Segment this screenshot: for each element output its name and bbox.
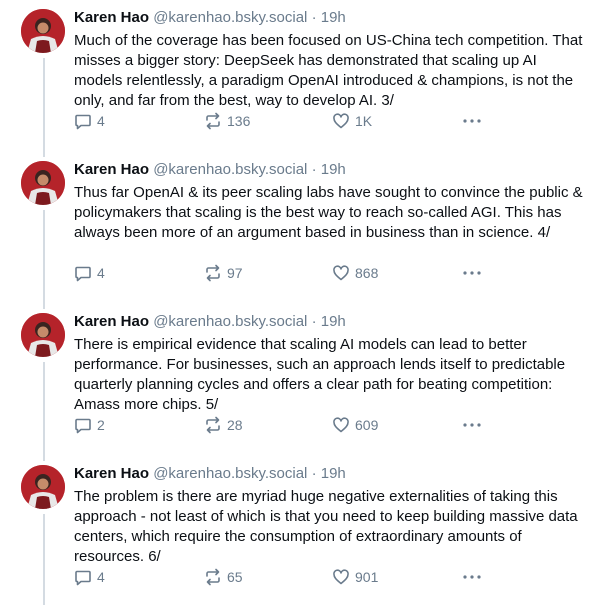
post[interactable]: Karen Hao @karenhao.bsky.social · 19h Th… <box>0 456 600 605</box>
author-name[interactable]: Karen Hao <box>74 313 149 330</box>
reply-button[interactable]: 4 <box>74 262 105 284</box>
thread-line <box>43 362 45 456</box>
author-handle[interactable]: @karenhao.bsky.social <box>153 9 307 26</box>
repost-button[interactable]: 28 <box>204 414 243 436</box>
more-dots-icon <box>463 575 481 579</box>
heart-icon <box>333 417 349 433</box>
repost-button[interactable]: 97 <box>204 262 243 284</box>
author-name[interactable]: Karen Hao <box>74 161 149 178</box>
timestamp[interactable]: 19h <box>321 465 346 482</box>
post-actions: 2 28 609 <box>74 414 494 436</box>
author-handle[interactable]: @karenhao.bsky.social <box>153 465 307 482</box>
thread-line <box>43 456 45 461</box>
more-options-button[interactable] <box>462 566 482 588</box>
post[interactable]: Karen Hao @karenhao.bsky.social · 19h Th… <box>0 152 600 304</box>
separator: · <box>311 313 317 330</box>
author-name[interactable]: Karen Hao <box>74 9 149 26</box>
reply-bubble-icon <box>75 418 91 434</box>
repost-button[interactable]: 65 <box>204 566 243 588</box>
repost-button[interactable]: 136 <box>204 110 250 132</box>
repost-arrows-icon <box>206 112 220 130</box>
repost-count: 97 <box>227 265 243 281</box>
avatar[interactable] <box>21 9 65 53</box>
avatar[interactable] <box>21 465 65 509</box>
thread-line <box>43 58 45 152</box>
heart-icon <box>333 113 349 129</box>
like-count: 1K <box>355 113 373 129</box>
thread-line <box>43 304 45 309</box>
reply-count: 4 <box>97 265 105 281</box>
reply-bubble-icon <box>75 114 91 130</box>
post[interactable]: Karen Hao @karenhao.bsky.social · 19h Mu… <box>0 0 600 152</box>
reply-count: 2 <box>97 417 105 433</box>
thread-line <box>43 514 45 605</box>
reply-button[interactable]: 2 <box>74 414 105 436</box>
timestamp[interactable]: 19h <box>321 9 346 26</box>
post-actions: 4 136 1K <box>74 110 494 132</box>
separator: · <box>311 465 317 482</box>
separator: · <box>311 9 317 26</box>
like-button[interactable]: 868 <box>332 262 378 284</box>
post-header: Karen Hao @karenhao.bsky.social · 19h <box>74 312 589 331</box>
post[interactable]: Karen Hao @karenhao.bsky.social · 19h Th… <box>0 304 600 456</box>
avatar-image <box>21 465 65 509</box>
avatar[interactable] <box>21 161 65 205</box>
author-handle[interactable]: @karenhao.bsky.social <box>153 161 307 178</box>
reply-button[interactable]: 4 <box>74 566 105 588</box>
timestamp[interactable]: 19h <box>321 161 346 178</box>
more-options-button[interactable] <box>462 414 482 436</box>
more-options-button[interactable] <box>462 110 482 132</box>
thread-line <box>43 210 45 304</box>
like-count: 609 <box>355 417 379 433</box>
post-header: Karen Hao @karenhao.bsky.social · 19h <box>74 464 589 483</box>
post-text: The problem is there are myriad huge neg… <box>74 488 578 565</box>
post-text: There is empirical evidence that scaling… <box>74 336 566 413</box>
repost-count: 136 <box>227 113 251 129</box>
thread-feed: Karen Hao @karenhao.bsky.social · 19h Mu… <box>0 0 600 605</box>
heart-icon <box>333 265 349 281</box>
heart-icon <box>333 569 349 585</box>
separator: · <box>311 161 317 178</box>
post-text: Much of the coverage has been focused on… <box>74 32 583 109</box>
repost-arrows-icon <box>206 568 220 586</box>
more-dots-icon <box>463 271 481 275</box>
repost-arrows-icon <box>206 416 220 434</box>
post-actions: 4 97 868 <box>74 262 494 284</box>
like-count: 901 <box>355 569 379 585</box>
post-text: Thus far OpenAI & its peer scaling labs … <box>74 184 583 241</box>
post-header: Karen Hao @karenhao.bsky.social · 19h <box>74 8 589 27</box>
like-count: 868 <box>355 265 379 281</box>
reply-bubble-icon <box>75 266 91 282</box>
repost-count: 28 <box>227 417 243 433</box>
thread-line <box>43 152 45 157</box>
avatar-image <box>21 9 65 53</box>
timestamp[interactable]: 19h <box>321 313 346 330</box>
avatar-image <box>21 161 65 205</box>
post-header: Karen Hao @karenhao.bsky.social · 19h <box>74 160 589 179</box>
avatar-image <box>21 313 65 357</box>
like-button[interactable]: 1K <box>332 110 372 132</box>
repost-count: 65 <box>227 569 243 585</box>
reply-count: 4 <box>97 569 105 585</box>
post-actions: 4 65 901 <box>74 566 494 588</box>
reply-count: 4 <box>97 113 105 129</box>
reply-button[interactable]: 4 <box>74 110 105 132</box>
like-button[interactable]: 609 <box>332 414 378 436</box>
reply-bubble-icon <box>75 570 91 586</box>
author-handle[interactable]: @karenhao.bsky.social <box>153 313 307 330</box>
more-options-button[interactable] <box>462 262 482 284</box>
author-name[interactable]: Karen Hao <box>74 465 149 482</box>
repost-arrows-icon <box>206 264 220 282</box>
more-dots-icon <box>463 119 481 123</box>
like-button[interactable]: 901 <box>332 566 378 588</box>
more-dots-icon <box>463 423 481 427</box>
avatar[interactable] <box>21 313 65 357</box>
